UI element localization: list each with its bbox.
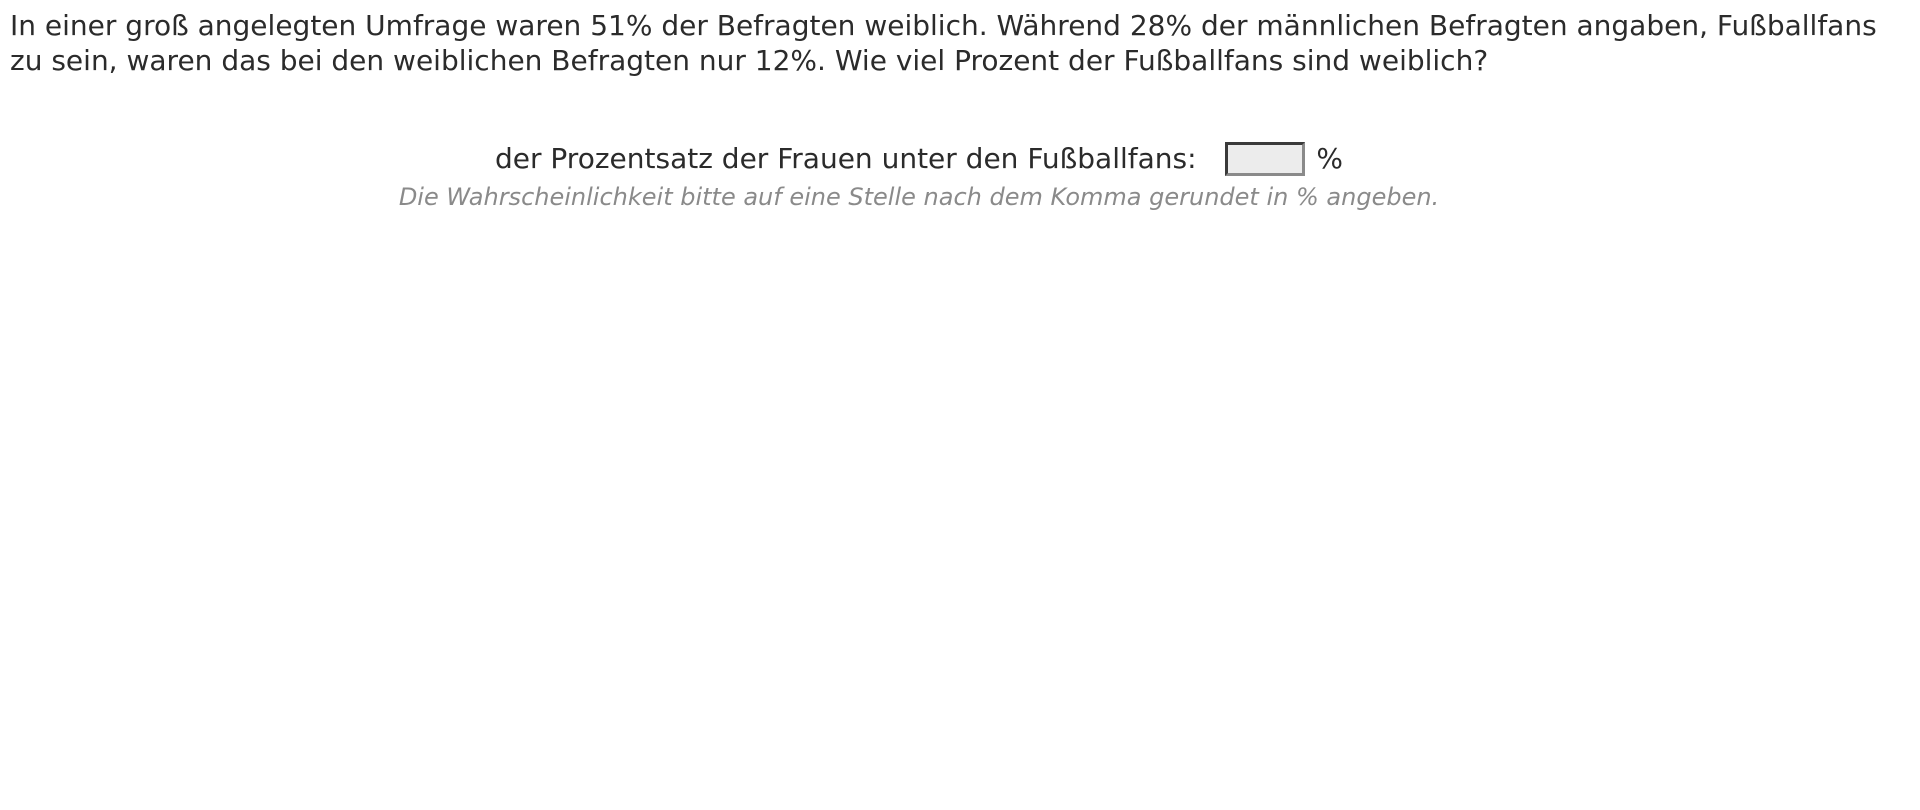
question-text: In einer groß angelegten Umfrage waren 5… [10,9,1877,77]
answer-input[interactable] [1225,142,1306,176]
rounding-hint: Die Wahrscheinlichkeit bitte auf eine St… [398,183,1440,211]
percent-unit: % [1316,142,1343,175]
answer-row: der Prozentsatz der Frauen unter den Fuß… [0,136,1838,181]
answer-label: der Prozentsatz der Frauen unter den Fuß… [495,142,1197,175]
